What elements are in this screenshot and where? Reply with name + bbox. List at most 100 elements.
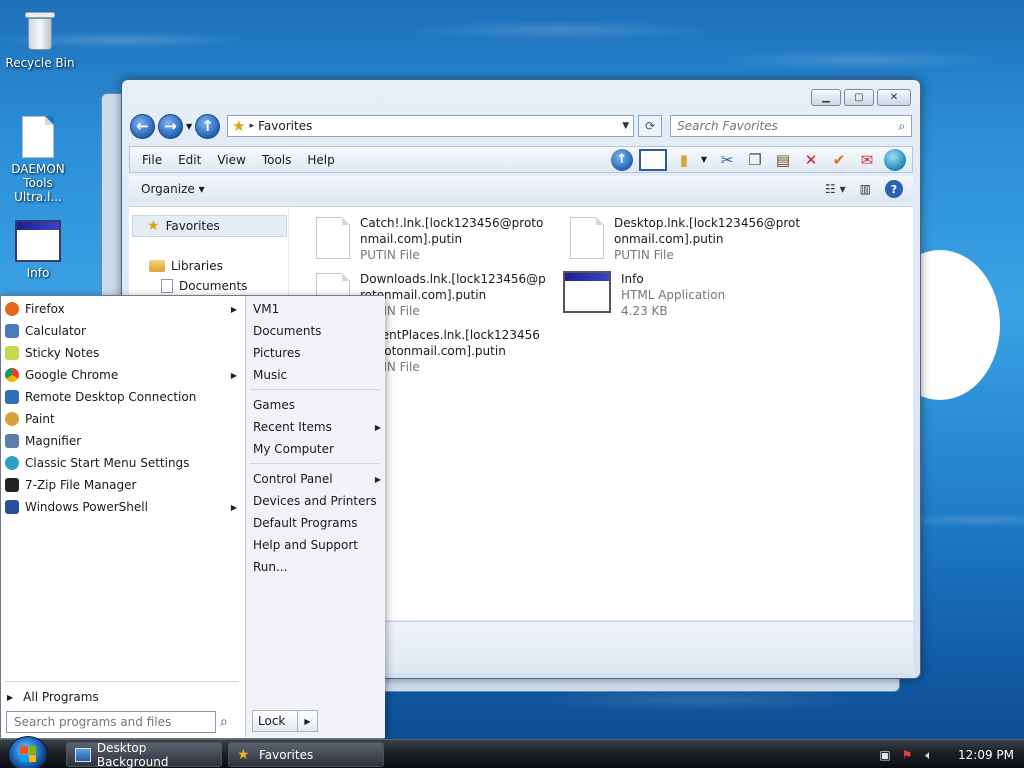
search-box[interactable]: ⌕ — [670, 115, 913, 137]
desktop-background-icon — [75, 747, 91, 762]
search-icon[interactable]: ⌕ — [898, 119, 905, 134]
up-folder-icon[interactable]: ↑ — [610, 148, 633, 171]
start-item-sticky-notes[interactable]: Sticky Notes — [5, 342, 241, 364]
navigation-pane-icon[interactable] — [638, 148, 667, 171]
file-item[interactable]: Desktop.lnk.[lock123456@protonmail.com].… — [570, 215, 804, 263]
breadcrumb[interactable]: Favorites — [258, 119, 618, 133]
place-label: Help and Support — [253, 538, 358, 552]
start-place-vm1[interactable]: VM1 — [253, 298, 381, 320]
paste-icon[interactable]: ▤ — [772, 149, 794, 171]
start-item-label: Sticky Notes — [25, 346, 100, 360]
start-place-recent-items[interactable]: Recent Items ▶ — [253, 416, 381, 438]
desktop-icon-recycle-bin[interactable]: Recycle Bin — [0, 8, 80, 70]
start-item-calculator[interactable]: Calculator — [5, 320, 241, 342]
globe-icon[interactable] — [884, 148, 906, 171]
search-input[interactable] — [677, 119, 899, 133]
nav-item-libraries[interactable]: Libraries — [149, 259, 223, 273]
start-menu-programs: Firefox ▶ Calculator Sticky Notes Google… — [1, 296, 245, 738]
start-item-powershell[interactable]: Windows PowerShell ▶ — [5, 496, 241, 518]
close-button[interactable]: ✕ — [877, 89, 911, 106]
start-place-devices-printers[interactable]: Devices and Printers — [253, 490, 381, 512]
all-programs-button[interactable]: ▶ All Programs — [5, 686, 241, 708]
network-icon[interactable]: ▣ — [878, 748, 892, 762]
change-view-icon[interactable]: ☷ ▾ — [825, 182, 846, 196]
start-place-games[interactable]: Games — [253, 394, 381, 416]
start-place-run[interactable]: Run... — [253, 556, 381, 578]
menu-edit[interactable]: Edit — [170, 153, 209, 167]
file-type: PUTIN File — [614, 248, 674, 262]
start-place-music[interactable]: Music — [253, 364, 381, 386]
address-bar[interactable]: ★ ▸ Favorites ▼ — [227, 115, 635, 137]
start-button[interactable] — [8, 736, 48, 768]
file-item[interactable]: Catch!.lnk.[lock123456@protonmail.com].p… — [316, 215, 550, 263]
minimize-button[interactable]: ▁ — [811, 89, 841, 106]
up-button[interactable]: ↑ — [195, 113, 221, 139]
menu-help[interactable]: Help — [299, 153, 342, 167]
history-dropdown-icon[interactable]: ▼ — [186, 122, 192, 131]
taskbar-button-desktop-background[interactable]: Desktop Background — [66, 741, 222, 768]
documents-icon — [161, 279, 173, 293]
clock[interactable]: 12:09 PM — [958, 748, 1014, 762]
start-item-label: Classic Start Menu Settings — [25, 456, 190, 470]
action-center-flag-icon[interactable]: ⚑ — [900, 748, 914, 762]
chevron-down-icon[interactable]: ▼ — [622, 121, 629, 131]
taskbar-button-favorites[interactable]: ★ Favorites — [228, 742, 384, 767]
divider — [250, 463, 380, 464]
start-item-paint[interactable]: Paint — [5, 408, 241, 430]
search-icon[interactable]: ⌕ — [220, 714, 228, 730]
start-place-my-computer[interactable]: My Computer — [253, 438, 381, 460]
help-icon[interactable]: ? — [885, 180, 903, 198]
cut-icon[interactable]: ✂ — [716, 149, 738, 171]
start-item-label: Remote Desktop Connection — [25, 390, 197, 404]
taskbar: Desktop Background ★ Favorites ▣ ⚑ 🔈︎ 12… — [0, 736, 1024, 768]
delete-icon[interactable]: ✕ — [800, 149, 822, 171]
start-item-magnifier[interactable]: Magnifier — [5, 430, 241, 452]
file-name: RecentPlaces.lnk.[lock123456@protonmail.… — [360, 328, 540, 358]
desktop-icon-daemon-tools[interactable]: DAEMON Tools Ultra.l... — [0, 116, 78, 204]
start-item-firefox[interactable]: Firefox ▶ — [5, 298, 241, 320]
desktop-icon-label: Info — [26, 266, 50, 280]
properties-check-icon[interactable]: ✔ — [828, 149, 850, 171]
volume-icon[interactable]: 🔈︎ — [922, 748, 936, 762]
start-place-control-panel[interactable]: Control Panel ▶ — [253, 468, 381, 490]
start-item-remote-desktop[interactable]: Remote Desktop Connection — [5, 386, 241, 408]
nav-item-documents[interactable]: Documents — [161, 279, 247, 293]
recycle-bin-icon — [23, 8, 57, 52]
start-place-help-support[interactable]: Help and Support — [253, 534, 381, 556]
copy-icon[interactable]: ❐ — [744, 149, 766, 171]
shutdown-options-button[interactable]: ▶ — [297, 710, 317, 732]
start-menu-places: VM1 Documents Pictures Music Games Recen… — [245, 296, 385, 738]
nav-item-favorites[interactable]: ★ Favorites — [132, 215, 287, 237]
putin-file-icon — [316, 217, 350, 259]
forward-button[interactable]: → — [158, 113, 183, 139]
menu-view[interactable]: View — [209, 153, 253, 167]
start-place-documents[interactable]: Documents — [253, 320, 381, 342]
start-search-box[interactable] — [6, 711, 216, 733]
chevron-right-icon[interactable]: ▸ — [250, 121, 255, 131]
place-label: Control Panel — [253, 472, 333, 486]
start-item-label: Firefox — [25, 302, 65, 316]
place-label: Devices and Printers — [253, 494, 377, 508]
email-icon[interactable]: ✉ — [856, 149, 878, 171]
start-search-input[interactable] — [14, 715, 215, 729]
folder-options-icon[interactable]: ▮ — [673, 149, 695, 171]
file-item[interactable]: Info HTML Application 4.23 KB — [563, 271, 811, 319]
desktop-icon-label: DAEMON Tools Ultra.l... — [11, 162, 65, 204]
start-item-classic-start-menu-settings[interactable]: Classic Start Menu Settings — [5, 452, 241, 474]
favorites-star-icon: ★ — [237, 746, 250, 763]
chevron-down-icon[interactable]: ▼ — [701, 155, 707, 164]
file-name: Desktop.lnk.[lock123456@protonmail.com].… — [614, 216, 801, 246]
organize-button[interactable]: Organize ▾ — [141, 182, 205, 196]
preview-pane-icon[interactable]: ▥ — [860, 182, 871, 196]
start-item-google-chrome[interactable]: Google Chrome ▶ — [5, 364, 241, 386]
menu-file[interactable]: File — [134, 153, 170, 167]
maximize-button[interactable]: ▢ — [844, 89, 874, 106]
start-item-7zip[interactable]: 7-Zip File Manager — [5, 474, 241, 496]
refresh-button[interactable]: ⟳ — [638, 115, 663, 137]
desktop-icon-info[interactable]: Info — [0, 220, 78, 280]
back-button[interactable]: ← — [130, 113, 155, 139]
start-menu: Firefox ▶ Calculator Sticky Notes Google… — [0, 295, 385, 739]
menu-tools[interactable]: Tools — [254, 153, 300, 167]
start-place-pictures[interactable]: Pictures — [253, 342, 381, 364]
start-place-default-programs[interactable]: Default Programs — [253, 512, 381, 534]
